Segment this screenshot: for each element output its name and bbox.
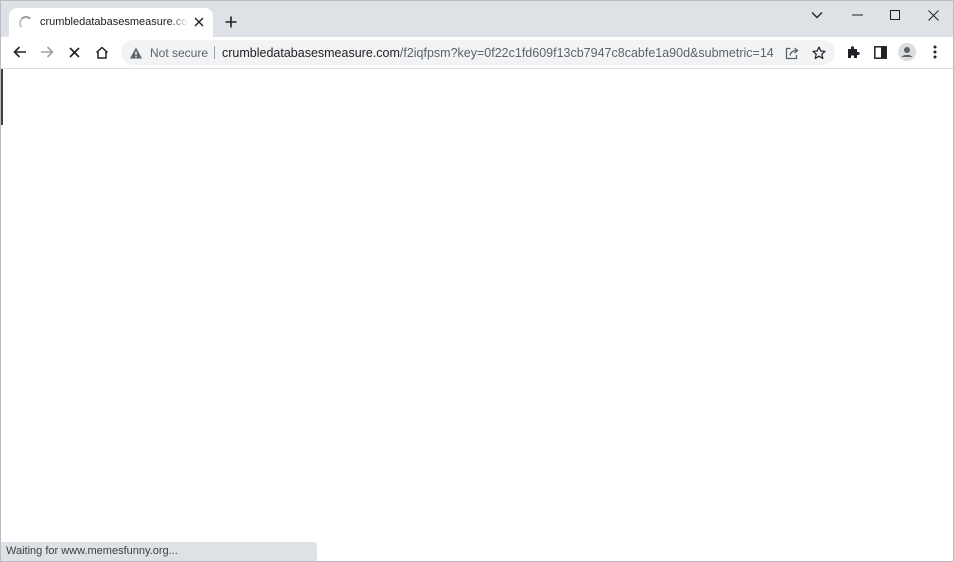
kebab-menu-icon bbox=[933, 45, 937, 59]
side-panel-button[interactable] bbox=[868, 40, 892, 64]
omnibox-separator bbox=[214, 46, 215, 59]
tab-search-button[interactable] bbox=[798, 1, 836, 29]
tab-close-button[interactable] bbox=[191, 14, 207, 30]
url-text[interactable]: crumbledatabasesmeasure.com/f2iqfpsm?key… bbox=[222, 46, 774, 60]
side-panel-icon bbox=[873, 45, 887, 59]
back-button[interactable] bbox=[8, 40, 32, 64]
menu-button[interactable] bbox=[923, 40, 947, 64]
home-icon bbox=[95, 46, 109, 59]
window-left-edge bbox=[1, 69, 3, 125]
maximize-icon bbox=[890, 10, 900, 20]
extensions-button[interactable] bbox=[841, 40, 865, 64]
url-host: crumbledatabasesmeasure.com bbox=[222, 46, 400, 60]
minimize-button[interactable] bbox=[838, 1, 876, 29]
active-tab[interactable]: crumbledatabasesmeasure.com/f2iqfpsm?key… bbox=[9, 8, 213, 37]
page-content bbox=[1, 69, 953, 561]
new-tab-button[interactable] bbox=[221, 12, 241, 32]
status-bubble: Waiting for www.memesfunny.org... bbox=[1, 542, 317, 561]
account-icon bbox=[898, 43, 916, 61]
puzzle-icon bbox=[848, 46, 860, 58]
star-icon bbox=[812, 46, 826, 60]
tab-strip: crumbledatabasesmeasure.com/f2iqfpsm?key… bbox=[1, 1, 953, 37]
loading-spinner-icon bbox=[19, 16, 33, 30]
minimize-icon bbox=[851, 14, 863, 16]
close-icon bbox=[194, 17, 204, 27]
browser-window: crumbledatabasesmeasure.com/f2iqfpsm?key… bbox=[0, 0, 954, 562]
home-button[interactable] bbox=[90, 40, 114, 64]
share-button[interactable] bbox=[782, 43, 802, 63]
share-icon bbox=[785, 47, 799, 59]
profile-button[interactable] bbox=[895, 40, 919, 64]
url-path: /f2iqfpsm?key=0f22c1fd609f13cb7947c8cabf… bbox=[399, 46, 774, 60]
stop-loading-button[interactable] bbox=[62, 40, 86, 64]
warning-triangle-icon bbox=[130, 47, 142, 59]
status-text: Waiting for www.memesfunny.org... bbox=[6, 545, 178, 557]
tab-title: crumbledatabasesmeasure.com/f2iqfpsm?key… bbox=[40, 16, 188, 28]
security-label[interactable]: Not secure bbox=[150, 46, 208, 60]
close-window-button[interactable] bbox=[914, 1, 952, 29]
toolbar: Not secure crumbledatabasesmeasure.com/f… bbox=[1, 37, 953, 69]
close-icon bbox=[927, 9, 939, 21]
arrow-left-icon bbox=[13, 46, 26, 58]
address-bar[interactable]: Not secure crumbledatabasesmeasure.com/f… bbox=[121, 40, 835, 65]
bookmark-button[interactable] bbox=[809, 43, 829, 63]
arrow-right-icon bbox=[41, 46, 54, 58]
forward-button[interactable] bbox=[35, 40, 59, 64]
plus-icon bbox=[225, 16, 237, 28]
chevron-down-icon bbox=[811, 12, 823, 19]
maximize-button[interactable] bbox=[876, 1, 914, 29]
close-icon bbox=[68, 46, 80, 58]
